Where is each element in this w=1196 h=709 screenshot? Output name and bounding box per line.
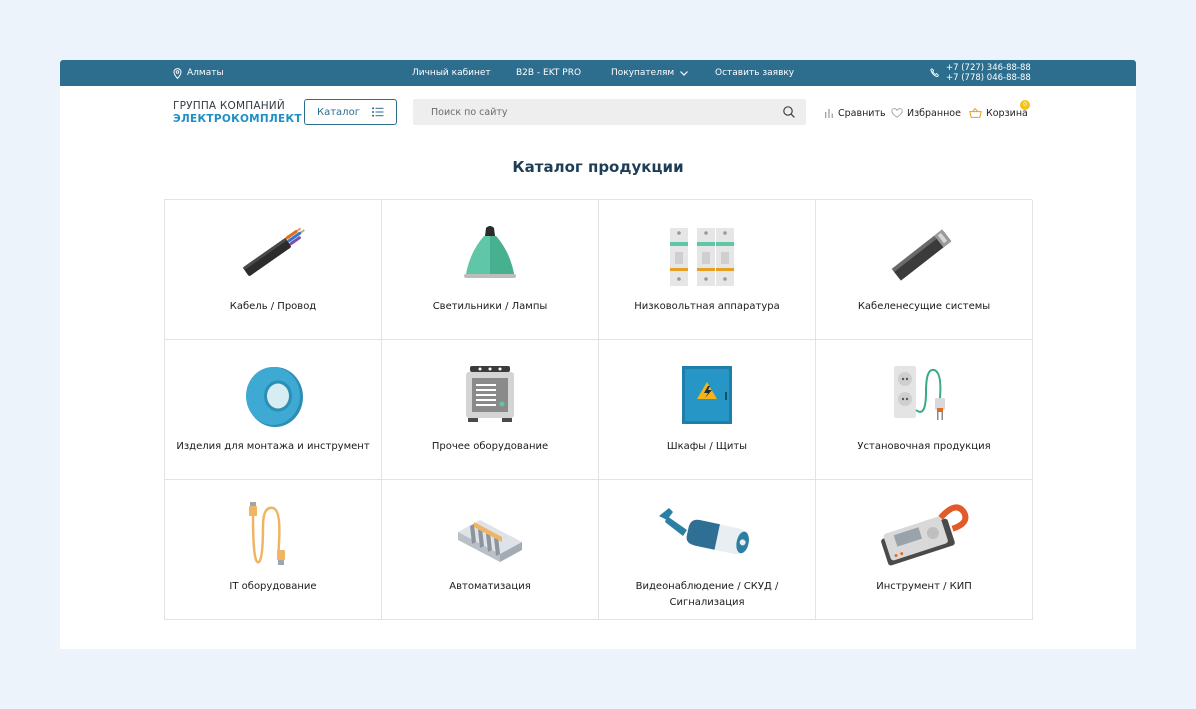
catalog-button[interactable]: Каталог bbox=[304, 99, 397, 125]
category-tile-cabinets[interactable]: Шкафы / Щиты bbox=[599, 340, 816, 480]
compare-link[interactable]: Сравнить bbox=[824, 106, 886, 120]
location-pin-icon bbox=[173, 67, 182, 79]
category-label: Кабель / Провод bbox=[229, 301, 317, 312]
city-label: Алматы bbox=[187, 68, 224, 78]
page-container: Алматы Личный кабинет B2B - EKT PRO Поку… bbox=[60, 60, 1136, 649]
category-label: IT оборудование bbox=[229, 581, 317, 592]
chevron-down-icon bbox=[680, 70, 689, 76]
category-tile-it[interactable]: IT оборудование bbox=[165, 480, 382, 620]
network-cable-icon bbox=[249, 502, 285, 566]
phone-number-2[interactable]: +7 (778) 046-88-88 bbox=[946, 73, 1031, 83]
category-tile-other-equipment[interactable]: Прочее оборудование bbox=[382, 340, 599, 480]
clamp-meter-icon bbox=[881, 504, 969, 566]
category-label: Прочее оборудование bbox=[431, 441, 549, 452]
circuit-breaker-icon bbox=[670, 228, 734, 286]
category-tile-low-voltage[interactable]: Низковольтная аппаратура bbox=[599, 200, 816, 340]
socket-plug-icon bbox=[894, 366, 945, 420]
compare-label: Сравнить bbox=[838, 107, 886, 119]
stabilizer-icon bbox=[466, 366, 514, 422]
phone-number-1[interactable]: +7 (727) 346-88-88 bbox=[946, 63, 1031, 73]
logo-line-2: ЭЛЕКТРОКОМПЛЕКТ bbox=[173, 113, 302, 125]
cart-count-badge: 0 bbox=[1020, 100, 1030, 110]
category-grid: Кабель / Провод Светильники / Лампы Низк… bbox=[164, 199, 1033, 620]
cctv-camera-icon bbox=[659, 508, 749, 555]
top-bar: Алматы Личный кабинет B2B - EKT PRO Поку… bbox=[60, 60, 1136, 86]
cable-icon bbox=[242, 227, 305, 276]
phone-block[interactable]: +7 (727) 346-88-88 +7 (778) 046-88-88 bbox=[930, 62, 1031, 84]
category-tile-lamps[interactable]: Светильники / Лампы bbox=[382, 200, 599, 340]
city-selector[interactable]: Алматы bbox=[173, 60, 224, 86]
category-tile-installation[interactable]: Изделия для монтажа и инструмент bbox=[165, 340, 382, 480]
category-label: Изделия для монтажа и инструмент bbox=[176, 441, 370, 452]
category-tile-instruments[interactable]: Инструмент / КИП bbox=[816, 480, 1033, 620]
favorites-link[interactable]: Избранное bbox=[891, 106, 961, 120]
category-tile-wiring-devices[interactable]: Установочная продукция bbox=[816, 340, 1033, 480]
phone-icon bbox=[930, 68, 939, 78]
category-label: Светильники / Лампы bbox=[432, 301, 548, 312]
compare-icon bbox=[825, 109, 833, 118]
terminal-blocks-icon bbox=[458, 520, 522, 562]
electrical-cabinet-icon bbox=[682, 366, 732, 424]
category-tile-cable[interactable]: Кабель / Провод bbox=[165, 200, 382, 340]
page-title: Каталог продукции bbox=[512, 158, 684, 176]
list-icon bbox=[372, 107, 384, 117]
cart-link[interactable]: Корзина 0 bbox=[969, 100, 1030, 120]
category-label: Видеонаблюдение / СКУД / Сигнализация bbox=[635, 581, 779, 608]
category-label: Автоматизация bbox=[449, 581, 531, 592]
basket-icon bbox=[969, 108, 982, 118]
logo-line-1: ГРУППА КОМПАНИЙ bbox=[173, 100, 285, 112]
category-label: Установочная продукция bbox=[857, 441, 991, 452]
category-label: Кабеленесущие системы bbox=[857, 301, 991, 312]
heart-icon bbox=[891, 108, 903, 118]
category-tile-cable-tray[interactable]: Кабеленесущие системы bbox=[816, 200, 1033, 340]
leave-request-link[interactable]: Оставить заявку bbox=[715, 60, 794, 86]
account-link[interactable]: Личный кабинет bbox=[412, 60, 491, 86]
category-label: Шкафы / Щиты bbox=[666, 441, 748, 452]
search-input[interactable] bbox=[413, 99, 773, 125]
insulating-tape-icon bbox=[246, 367, 303, 427]
search-bar bbox=[413, 99, 806, 125]
favorites-label: Избранное bbox=[907, 107, 961, 119]
b2b-link[interactable]: B2B - EKT PRO bbox=[516, 60, 581, 86]
buyers-menu[interactable]: Покупателям bbox=[611, 60, 689, 86]
phone-numbers: +7 (727) 346-88-88 +7 (778) 046-88-88 bbox=[946, 63, 1031, 83]
catalog-button-label: Каталог bbox=[317, 106, 360, 118]
search-icon[interactable] bbox=[782, 105, 796, 119]
company-logo[interactable]: ГРУППА КОМПАНИЙ ЭЛЕКТРОКОМПЛЕКТ bbox=[173, 100, 302, 126]
buyers-menu-label: Покупателям bbox=[611, 68, 675, 78]
category-label: Инструмент / КИП bbox=[876, 581, 972, 592]
cable-tray-icon bbox=[891, 229, 952, 281]
category-tile-automation[interactable]: Автоматизация bbox=[382, 480, 599, 620]
lamp-icon bbox=[464, 226, 516, 278]
category-label: Низковольтная аппаратура bbox=[634, 301, 780, 312]
category-tile-cctv[interactable]: Видеонаблюдение / СКУД / Сигнализация bbox=[599, 480, 816, 620]
